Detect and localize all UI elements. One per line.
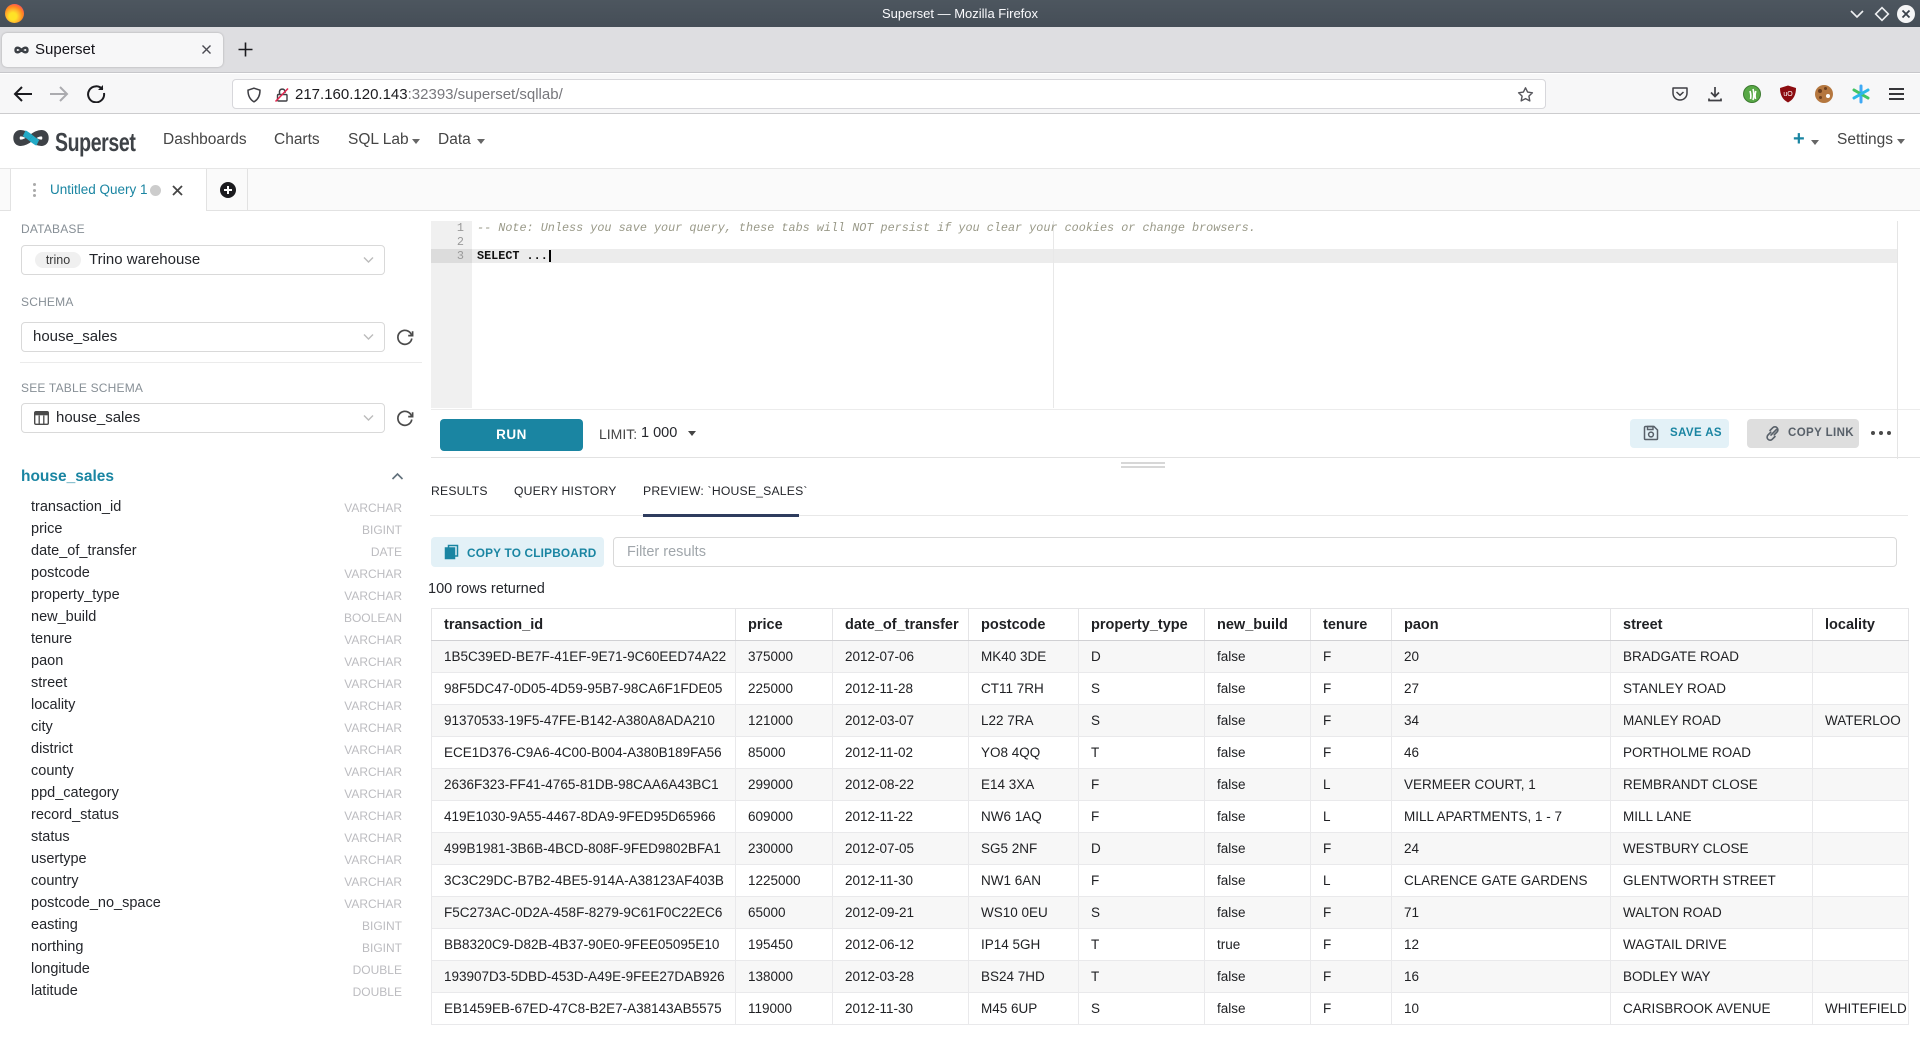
svg-text:uO: uO	[1783, 91, 1793, 98]
